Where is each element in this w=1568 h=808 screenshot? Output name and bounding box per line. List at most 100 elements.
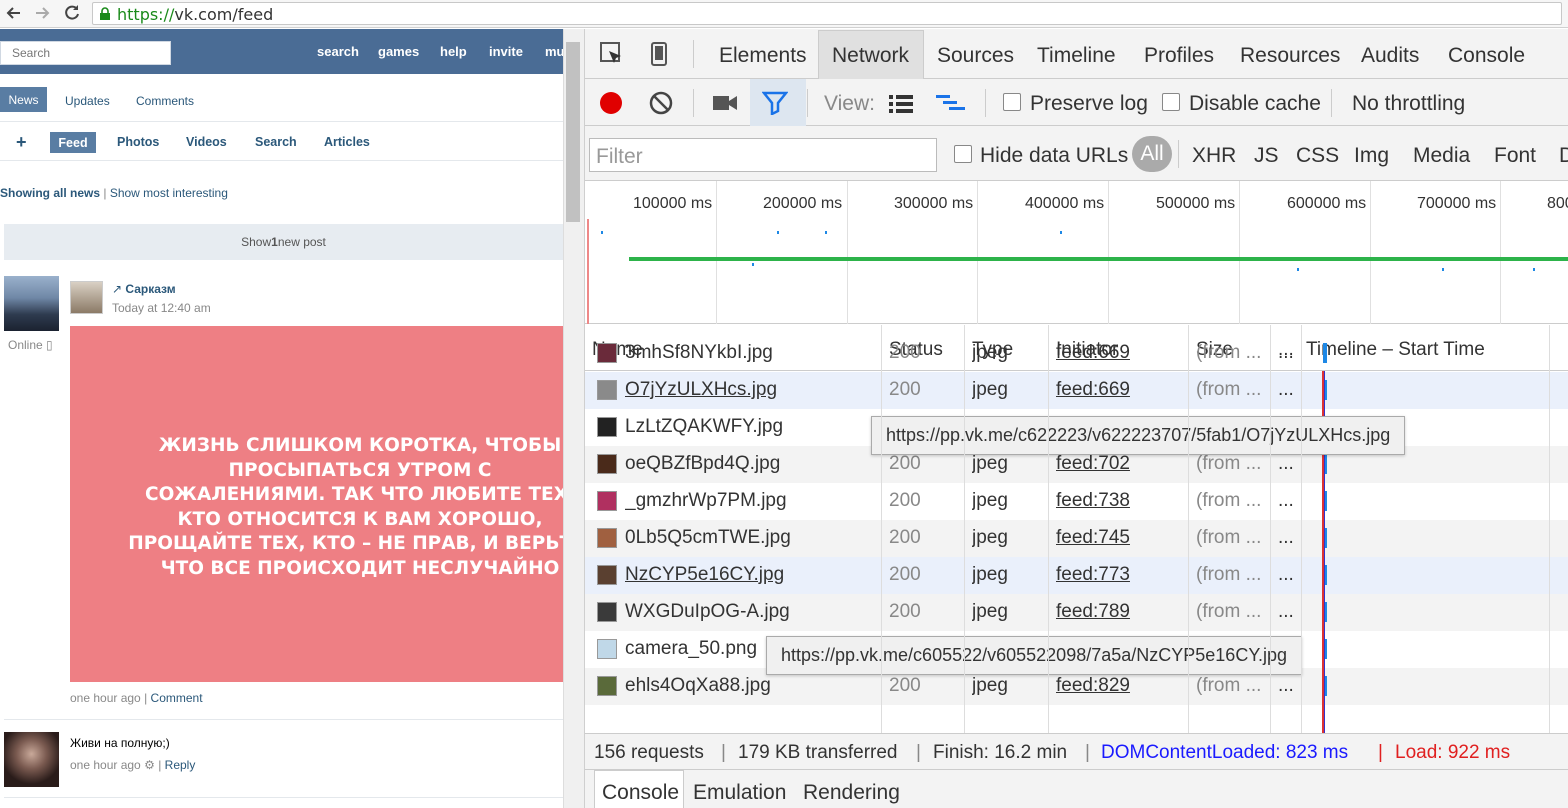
like-icon[interactable]: ⚙ [144, 758, 155, 772]
cell-name[interactable]: ehls4OqXa88.jpg [625, 675, 771, 697]
cell-name[interactable]: _gmzhrWp7PM.jpg [625, 490, 787, 512]
waterfall-overview-icon[interactable] [935, 93, 967, 113]
scrollbar-thumb[interactable] [566, 42, 580, 222]
cell-name[interactable]: 0Lb5Q5cmTWE.jpg [625, 527, 791, 549]
cell-name[interactable]: LzLtZQAKWFY.jpg [625, 416, 783, 438]
commenter-avatar[interactable] [4, 732, 59, 787]
network-request-row[interactable]: O7jYzULXHcs.jpg 200 jpeg feed:669 (from ....… [585, 372, 1568, 409]
filter-type-all[interactable]: All [1132, 136, 1172, 172]
preserve-log-label[interactable]: Preserve log [1030, 92, 1148, 116]
cell-initiator[interactable]: feed:773 [1056, 564, 1130, 586]
hide-data-urls-checkbox[interactable] [954, 145, 972, 163]
filter-type-font[interactable]: Font [1494, 144, 1536, 168]
cell-initiator[interactable]: feed:745 [1056, 527, 1130, 549]
cell-name[interactable]: 3mhSf8NYkbI.jpg [625, 342, 773, 364]
comment-link[interactable]: Comment [151, 691, 203, 705]
filter-type-css[interactable]: CSS [1296, 144, 1339, 168]
network-request-row[interactable]: NzCYP5e16CY.jpg 200 jpeg feed:773 (from ....… [585, 557, 1568, 594]
capture-screenshots-icon[interactable] [712, 93, 738, 113]
cell-initiator[interactable]: feed:789 [1056, 601, 1130, 623]
tab-console[interactable]: Console [1448, 44, 1525, 68]
vk-search-input[interactable]: Search [0, 41, 171, 65]
cell-initiator[interactable]: feed:738 [1056, 490, 1130, 512]
sub-videos[interactable]: Videos [186, 135, 227, 149]
drawer-tab-emulation[interactable]: Emulation [693, 781, 786, 805]
network-request-row[interactable]: WXGDuIpOG-A.jpg 200 jpeg feed:789 (from ....… [585, 594, 1568, 631]
cell-name[interactable]: camera_50.png [625, 638, 757, 660]
filter-type-img[interactable]: Img [1354, 144, 1389, 168]
throttling-select[interactable]: No throttling [1352, 92, 1465, 116]
column-separator[interactable] [881, 325, 882, 733]
show-most-interesting-link[interactable]: Show most interesting [110, 186, 228, 200]
cell-name[interactable]: NzCYP5e16CY.jpg [625, 564, 784, 586]
post-author-avatar[interactable] [70, 281, 103, 314]
disable-cache-label[interactable]: Disable cache [1189, 92, 1321, 116]
drawer-tab-console[interactable]: Console [602, 781, 679, 805]
toolbar-separator [1331, 89, 1332, 117]
post-author[interactable]: ↗ Сарказм [112, 282, 176, 296]
column-separator[interactable] [1270, 325, 1271, 733]
cell-name[interactable]: O7jYzULXHcs.jpg [625, 379, 777, 401]
inspect-element-icon[interactable] [599, 41, 625, 67]
cell-name[interactable]: WXGDuIpOG-A.jpg [625, 601, 790, 623]
filter-type-doc[interactable]: D [1559, 144, 1568, 168]
network-request-row[interactable]: _gmzhrWp7PM.jpg 200 jpeg feed:738 (from ....… [585, 483, 1568, 520]
network-request-row[interactable]: 0Lb5Q5cmTWE.jpg 200 jpeg feed:745 (from ....… [585, 520, 1568, 557]
column-separator[interactable] [1188, 325, 1189, 733]
network-overview[interactable]: 100000 ms 200000 ms 300000 ms 400000 ms … [585, 181, 1568, 324]
large-rows-icon[interactable] [888, 93, 914, 113]
sub-articles[interactable]: Articles [324, 135, 370, 149]
sub-search[interactable]: Search [255, 135, 297, 149]
cell-type: jpeg [972, 564, 1008, 585]
tab-network[interactable]: Network [832, 44, 909, 68]
tab-news[interactable]: News [0, 87, 47, 112]
forward-button[interactable] [32, 3, 52, 23]
reload-button[interactable] [62, 3, 82, 23]
filter-icon[interactable] [762, 91, 788, 115]
filter-type-xhr[interactable]: XHR [1192, 144, 1236, 168]
column-separator[interactable] [1549, 325, 1550, 733]
top-link-invite[interactable]: invite [489, 44, 523, 59]
address-bar[interactable]: https://vk.com/feed [92, 2, 1562, 25]
cell-initiator[interactable]: feed:669 [1056, 342, 1130, 364]
sub-photos[interactable]: Photos [117, 135, 159, 149]
tab-comments[interactable]: Comments [136, 94, 194, 108]
show-new-post-button[interactable]: Show 1 new post [4, 224, 563, 260]
reply-link[interactable]: Reply [165, 758, 196, 772]
cell-initiator[interactable]: feed:669 [1056, 379, 1130, 401]
top-link-games[interactable]: games [378, 44, 419, 59]
filter-input[interactable]: Filter [589, 138, 937, 172]
add-list-button[interactable]: + [16, 132, 27, 153]
disable-cache-checkbox[interactable] [1162, 93, 1180, 111]
filter-type-js[interactable]: JS [1254, 144, 1279, 168]
top-link-music[interactable]: mu [545, 44, 563, 59]
top-link-help[interactable]: help [440, 44, 467, 59]
user-avatar[interactable] [4, 276, 59, 331]
cell-type: jpeg [972, 342, 1008, 363]
column-separator[interactable] [1301, 325, 1302, 733]
tab-elements[interactable]: Elements [719, 44, 807, 68]
network-request-row[interactable]: 3mhSf8NYkbI.jpg 200 jpeg feed:669 (from ....… [585, 335, 1568, 372]
tab-resources[interactable]: Resources [1240, 44, 1340, 68]
preserve-log-checkbox[interactable] [1003, 93, 1021, 111]
top-link-search[interactable]: search [317, 44, 359, 59]
column-separator[interactable] [1048, 325, 1049, 733]
cell-initiator[interactable]: feed:702 [1056, 453, 1130, 475]
filter-type-media[interactable]: Media [1413, 144, 1470, 168]
tab-updates[interactable]: Updates [65, 94, 110, 108]
sub-feed[interactable]: Feed [50, 132, 96, 153]
hide-data-urls-label[interactable]: Hide data URLs [980, 144, 1128, 168]
cell-initiator[interactable]: feed:829 [1056, 675, 1130, 697]
tab-sources[interactable]: Sources [937, 44, 1014, 68]
cell-name[interactable]: oeQBZfBpd4Q.jpg [625, 453, 780, 475]
tab-timeline[interactable]: Timeline [1037, 44, 1116, 68]
tab-audits[interactable]: Audits [1361, 44, 1419, 68]
record-icon[interactable] [598, 90, 624, 116]
post-image[interactable]: ЖИЗНЬ СЛИШКОМ КОРОТКА, ЧТОБЫ ПРОСЫПАТЬСЯ… [70, 326, 563, 682]
drawer-tab-rendering[interactable]: Rendering [803, 781, 900, 805]
device-mode-icon[interactable] [649, 41, 669, 67]
clear-icon[interactable] [648, 90, 674, 116]
back-button[interactable] [4, 3, 24, 23]
column-separator[interactable] [964, 325, 965, 733]
tab-profiles[interactable]: Profiles [1144, 44, 1214, 68]
